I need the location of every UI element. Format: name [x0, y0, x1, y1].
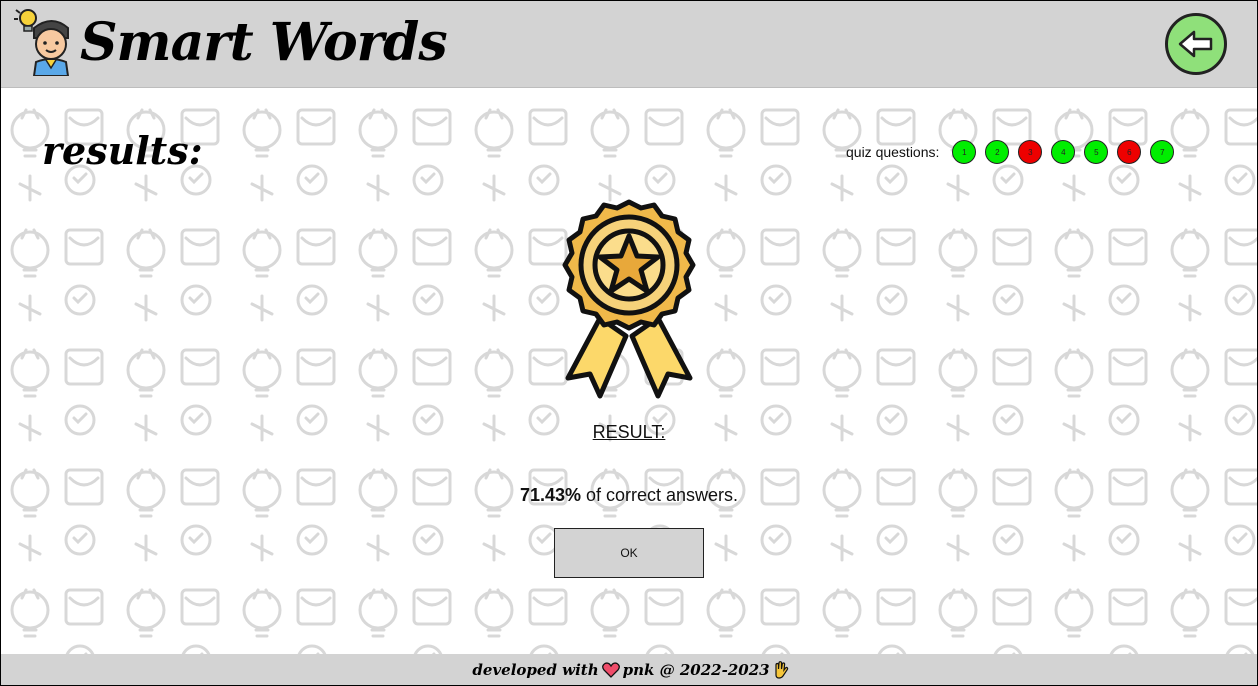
result-percent: 71.43% [519, 485, 581, 505]
results-page: results: quiz questions: 1 2 3 4 5 6 7 R… [0, 88, 1258, 654]
result-label: RESULT: [592, 422, 666, 442]
award-medal-icon [562, 199, 696, 399]
quiz-questions-label: quiz questions: [846, 144, 940, 160]
question-dot[interactable]: 6 [1117, 140, 1142, 164]
app-header: Smart Words [0, 0, 1258, 88]
quiz-questions-indicator: quiz questions: 1 2 3 4 5 6 7 [846, 140, 1175, 164]
footer-prefix: developed with [472, 661, 599, 679]
question-dot[interactable]: 1 [952, 140, 977, 164]
app-title: Smart Words [80, 12, 448, 73]
result-suffix: of correct answers. [581, 485, 739, 505]
footer: developed with pnk @ 2022-2023 [0, 654, 1258, 686]
arrow-left-icon [1178, 30, 1213, 58]
result-text: 71.43% of correct answers. [0, 485, 1258, 506]
waving-hand-icon [774, 661, 788, 679]
page-title: results: [42, 128, 203, 173]
question-dot[interactable]: 7 [1150, 140, 1175, 164]
question-dot[interactable]: 5 [1084, 140, 1109, 164]
question-dot[interactable]: 4 [1051, 140, 1076, 164]
question-dot[interactable]: 3 [1018, 140, 1043, 164]
back-button[interactable] [1165, 13, 1227, 75]
footer-suffix: pnk @ 2022-2023 [622, 661, 770, 679]
heart-icon [601, 662, 620, 678]
ok-button[interactable]: OK [554, 528, 704, 578]
question-dot[interactable]: 2 [985, 140, 1010, 164]
thinking-boy-logo-icon [14, 9, 70, 76]
